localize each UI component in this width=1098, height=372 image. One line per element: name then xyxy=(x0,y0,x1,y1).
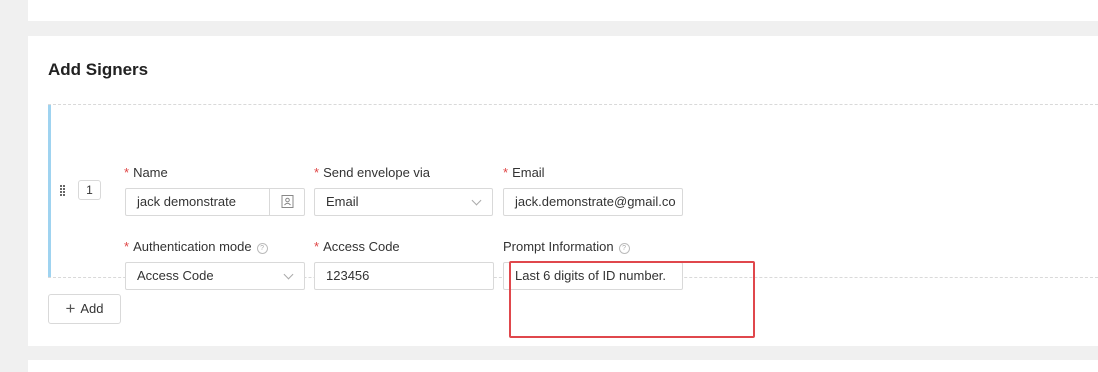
auth-mode-label: * Authentication mode? xyxy=(124,239,268,254)
help-circle-icon[interactable]: ? xyxy=(618,243,630,254)
required-marker: * xyxy=(124,165,130,180)
signer-row: 1 * Name * Send envelope via * Email jack d… xyxy=(48,104,1098,338)
plus-icon: + xyxy=(65,299,76,318)
name-input[interactable]: jack demonstrate xyxy=(125,188,305,216)
send-via-label: * Send envelope via xyxy=(314,165,431,180)
required-marker: * xyxy=(503,165,509,180)
access-code-input[interactable]: 123456 xyxy=(314,262,494,290)
add-signer-button[interactable]: + Add xyxy=(48,294,121,324)
auth-mode-select[interactable]: Access Code xyxy=(125,262,305,290)
send-via-select[interactable]: Email xyxy=(314,188,493,216)
contact-book-button[interactable] xyxy=(269,189,304,215)
signer-accent-bar xyxy=(48,105,51,277)
email-input[interactable]: jack.demonstrate@gmail.co xyxy=(503,188,683,216)
bottom-card xyxy=(28,360,1098,372)
signer-index: 1 xyxy=(78,180,101,200)
section-title: Add Signers xyxy=(48,60,149,79)
email-label: * Email xyxy=(503,165,545,180)
chevron-down-icon xyxy=(283,269,294,280)
highlight-annotation xyxy=(509,261,755,338)
contact-book-icon xyxy=(281,195,294,208)
prompt-info-label: Prompt Information? xyxy=(503,239,630,254)
required-marker: * xyxy=(314,165,320,180)
required-marker: * xyxy=(314,239,320,254)
required-marker: * xyxy=(124,239,130,254)
chevron-down-icon xyxy=(471,195,482,206)
add-signers-card: Add Signers 1 * Name * Send envelope via *… xyxy=(28,36,1098,346)
access-code-label: * Access Code xyxy=(314,239,400,254)
drag-handle-icon[interactable] xyxy=(60,185,66,197)
name-label: * Name xyxy=(124,165,168,180)
top-card xyxy=(28,0,1098,21)
help-circle-icon[interactable]: ? xyxy=(256,243,268,254)
